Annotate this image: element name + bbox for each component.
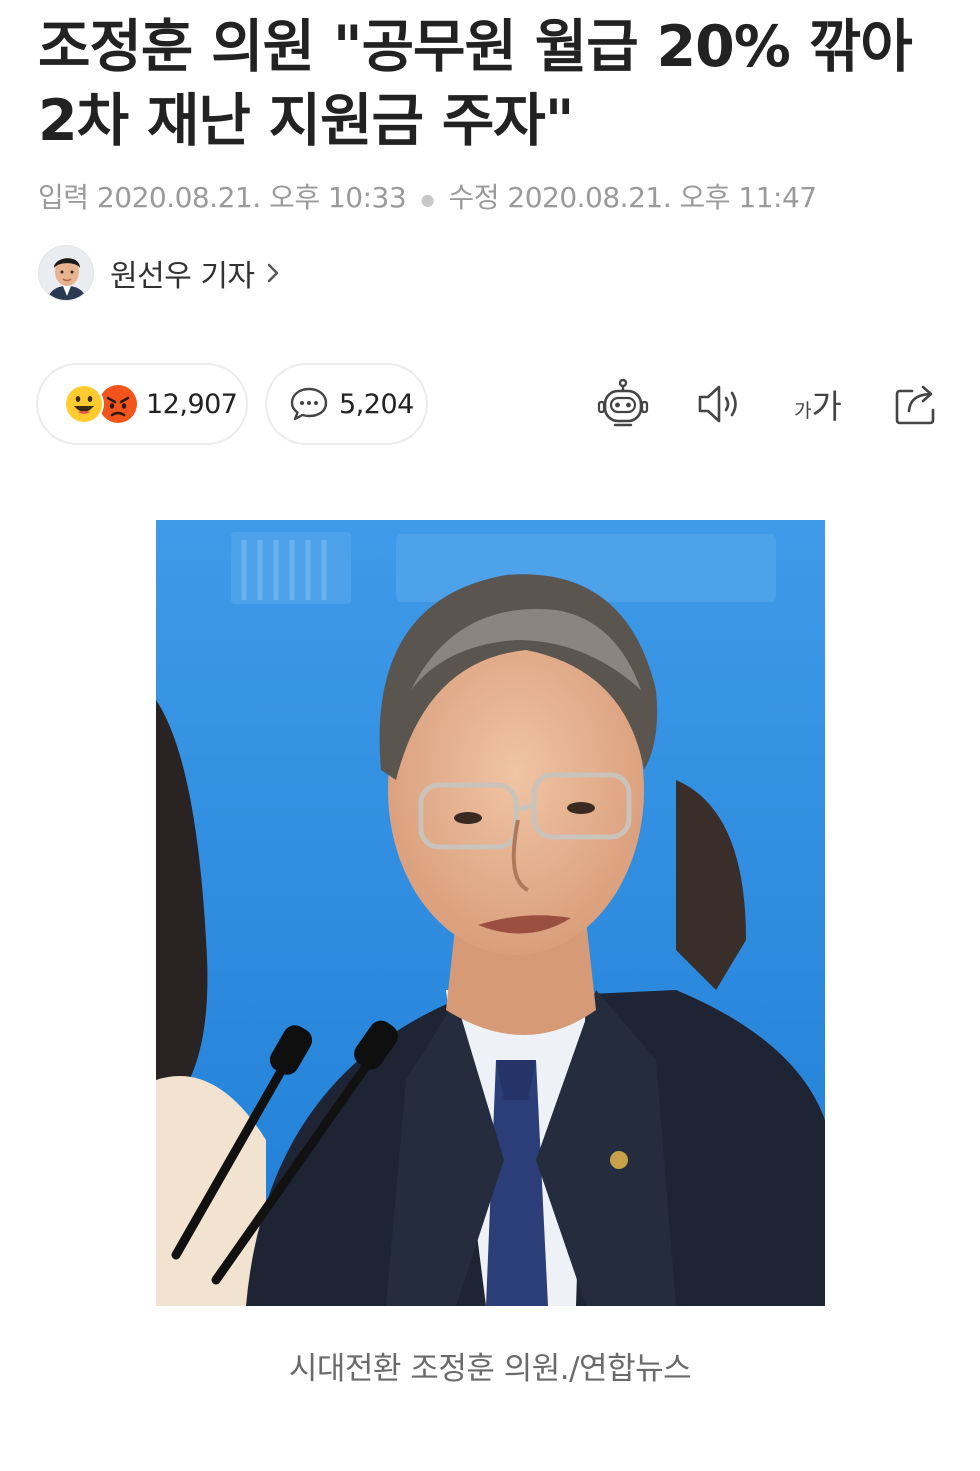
robot-icon <box>597 378 649 427</box>
font-size-large-label: 가 <box>811 387 842 426</box>
summary-bot-button[interactable] <box>594 376 652 432</box>
modified-time: 2020.08.21. 오후 11:47 <box>507 181 817 214</box>
reaction-emojis <box>60 382 138 426</box>
listen-button[interactable] <box>690 376 748 432</box>
angry-emoji-icon <box>99 385 137 423</box>
speech-bubble-icon <box>290 387 328 421</box>
modified-label: 수정 <box>448 181 499 214</box>
published-time: 2020.08.21. 오후 10:33 <box>96 181 407 214</box>
article-timestamps: 입력 2020.08.21. 오후 10:33 ● 수정 2020.08.21.… <box>38 176 817 216</box>
article-title: 조정훈 의원 "공무원 월급 20% 깎아 2차 재난 지원금 주자" <box>38 14 913 154</box>
author-name: 원선우 기자 <box>110 259 255 294</box>
article-photo <box>156 520 825 1306</box>
author-link[interactable]: 원선우 기자 <box>38 245 283 301</box>
share-button[interactable] <box>888 376 946 432</box>
photo-caption: 시대전환 조정훈 의원./연합뉴스 <box>288 1351 692 1387</box>
smile-emoji-icon <box>64 384 104 424</box>
font-size-small-label: 가 <box>794 399 812 422</box>
speaker-icon <box>698 385 737 423</box>
share-icon <box>895 385 935 425</box>
comments-button[interactable]: 5,204 <box>265 363 428 445</box>
published-label: 입력 <box>38 181 89 214</box>
comments-count: 5,204 <box>339 388 414 420</box>
chevron-right-icon <box>267 263 278 283</box>
reactions-count: 12,907 <box>146 388 238 420</box>
author-avatar <box>38 245 94 301</box>
separator-dot: ● <box>420 189 435 209</box>
reactions-button[interactable]: 12,907 <box>36 363 248 445</box>
font-size-button[interactable]: 가 가 <box>786 376 850 432</box>
